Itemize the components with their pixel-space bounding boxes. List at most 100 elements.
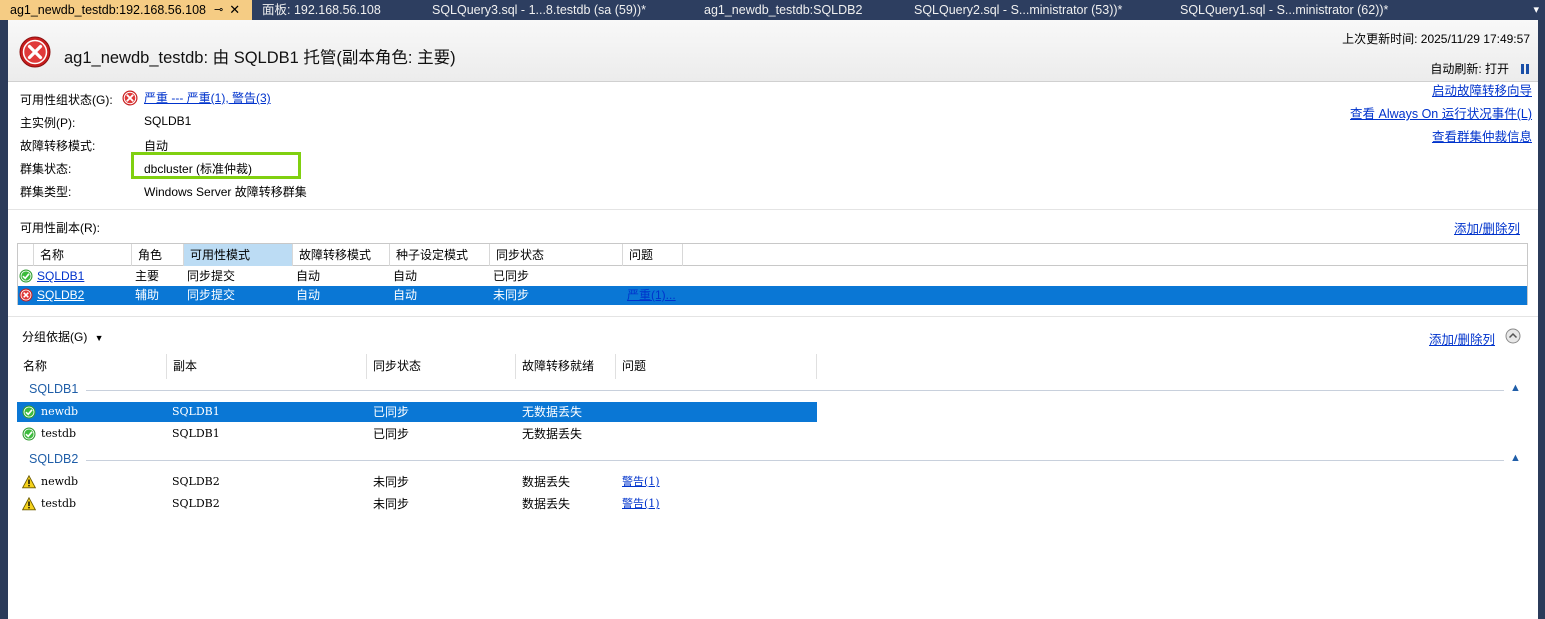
replica-failover-mode: 自动: [296, 288, 321, 302]
group-by-label: 分组依据(G): [22, 330, 88, 344]
database-row[interactable]: testdb SQLDB2 未同步 数据丢失 警告(1): [17, 494, 817, 514]
tab-ag-sqldb2[interactable]: ag1_newdb_testdb:SQLDB2: [694, 0, 904, 20]
ag-state-value: 严重 --- 严重(1), 警告(3): [122, 89, 271, 106]
alwayson-events-link[interactable]: 查看 Always On 运行状况事件(L): [1350, 107, 1532, 121]
document-tab-strip: ag1_newdb_testdb:192.168.56.108 ⊸ ✕ 面板: …: [0, 0, 1545, 20]
replica-row[interactable]: SQLDB1 主要 同步提交 自动 自动 已同步: [18, 267, 1527, 286]
tab-label: ag1_newdb_testdb:SQLDB2: [704, 3, 863, 17]
replica-sync-state: 已同步: [493, 269, 530, 283]
databases-grid-header: 名称 副本 同步状态 故障转移就绪 问题: [17, 354, 817, 379]
ag-dashboard-panel: ag1_newdb_testdb: 由 SQLDB1 托管(副本角色: 主要) …: [8, 20, 1538, 619]
auto-refresh-label: 自动刷新: 打开: [1430, 62, 1509, 76]
tab-ag-dashboard[interactable]: ag1_newdb_testdb:192.168.56.108 ⊸ ✕: [0, 0, 252, 20]
dropdown-arrow-icon: ▼: [94, 333, 104, 343]
database-sync-state: 未同步: [373, 497, 410, 511]
column-header-sync-state[interactable]: 同步状态: [367, 354, 516, 379]
database-name: newdb: [41, 475, 79, 488]
tab-label: 面板: 192.168.56.108: [262, 3, 381, 17]
tab-label: SQLQuery1.sql - S...ministrator (62))*: [1180, 3, 1389, 17]
tab-label: SQLQuery3.sql - 1...8.testdb (sa (59))*: [432, 3, 646, 17]
pause-icon[interactable]: [1521, 63, 1530, 74]
replica-failover-mode: 自动: [296, 269, 321, 283]
status-column-header: [18, 244, 34, 266]
pin-icon[interactable]: ⊸: [214, 0, 223, 20]
column-header-name[interactable]: 名称: [17, 354, 167, 379]
replica-name-link[interactable]: SQLDB1: [37, 267, 84, 286]
replicas-grid-header: 名称 角色 可用性模式 故障转移模式 种子设定模式 同步状态 问题: [18, 244, 1527, 266]
database-row[interactable]: testdb SQLDB1 已同步 无数据丢失: [17, 424, 817, 444]
database-failover-readiness: 数据丢失: [522, 475, 571, 489]
replica-availability-mode: 同步提交: [187, 288, 236, 302]
column-header-role[interactable]: 角色: [132, 244, 184, 266]
failover-mode-label: 故障转移模式:: [20, 139, 96, 153]
dashboard-header: ag1_newdb_testdb: 由 SQLDB1 托管(副本角色: 主要) …: [8, 20, 1538, 82]
database-replica: SQLDB2: [172, 475, 220, 488]
database-replica: SQLDB1: [172, 405, 220, 418]
database-name: testdb: [41, 497, 77, 510]
database-failover-readiness: 无数据丢失: [522, 427, 583, 441]
group-divider: [86, 460, 1504, 461]
quorum-info-link[interactable]: 查看群集仲裁信息: [1432, 130, 1532, 144]
last-updated-text: 上次更新时间: 2025/11/29 17:49:57: [1342, 32, 1530, 46]
column-header-issues[interactable]: 问题: [623, 244, 683, 266]
warning-icon: [22, 497, 36, 511]
column-header-sync-state[interactable]: 同步状态: [490, 244, 623, 266]
database-issues-link[interactable]: 警告(1): [622, 494, 660, 514]
replica-availability-mode: 同步提交: [187, 269, 236, 283]
replicas-section-label: 可用性副本(R):: [20, 221, 100, 235]
group-header-sqldb2: SQLDB2: [29, 452, 79, 466]
cluster-type-label: 群集类型:: [20, 185, 72, 199]
tab-dashboard[interactable]: 面板: 192.168.56.108: [252, 0, 422, 20]
collapse-chevron-icon[interactable]: ▲: [1510, 452, 1521, 464]
database-row-selected[interactable]: newdb SQLDB1 已同步 无数据丢失: [17, 402, 817, 422]
close-icon[interactable]: ✕: [229, 0, 240, 20]
ag-state-link[interactable]: 严重 --- 严重(1), 警告(3): [144, 89, 271, 106]
tab-label: ag1_newdb_testdb:192.168.56.108: [10, 3, 207, 17]
group-header-sqldb1: SQLDB1: [29, 382, 79, 396]
group-by-dropdown[interactable]: 分组依据(G) ▼: [22, 328, 104, 345]
tab-overflow-dropdown-icon[interactable]: ▾: [1533, 0, 1539, 20]
divider: [8, 209, 1538, 210]
replica-row-selected[interactable]: SQLDB2 辅助 同步提交 自动 自动 未同步 严重(1)...: [18, 286, 1527, 305]
column-header-issues[interactable]: 问题: [616, 354, 817, 379]
database-failover-readiness: 无数据丢失: [522, 405, 583, 419]
database-sync-state: 已同步: [373, 427, 410, 441]
column-header-seeding-mode[interactable]: 种子设定模式: [390, 244, 490, 266]
collapse-chevron-icon[interactable]: ▲: [1510, 382, 1521, 394]
group-divider: [86, 390, 1504, 391]
database-failover-readiness: 数据丢失: [522, 497, 571, 511]
column-header-name[interactable]: 名称: [34, 244, 132, 266]
tab-sqlquery3[interactable]: SQLQuery3.sql - 1...8.testdb (sa (59))*: [422, 0, 694, 20]
cluster-state-label: 群集状态:: [20, 162, 72, 176]
column-header-availability-mode[interactable]: 可用性模式: [184, 244, 293, 266]
critical-error-icon: [122, 90, 138, 105]
column-header-replica[interactable]: 副本: [167, 354, 367, 379]
failover-wizard-link[interactable]: 启动故障转移向导: [1432, 84, 1532, 98]
databases-add-remove-columns-link[interactable]: 添加/删除列: [1429, 329, 1495, 348]
database-name: testdb: [41, 427, 77, 440]
tab-sqlquery2[interactable]: SQLQuery2.sql - S...ministrator (53))*: [904, 0, 1170, 20]
warning-icon: [22, 475, 36, 489]
database-issues-link[interactable]: 警告(1): [622, 472, 660, 492]
database-replica: SQLDB2: [172, 497, 220, 510]
database-sync-state: 未同步: [373, 475, 410, 489]
primary-instance-label: 主实例(P):: [20, 116, 76, 130]
primary-instance-value: SQLDB1: [144, 114, 192, 128]
column-header-failover-mode[interactable]: 故障转移模式: [293, 244, 390, 266]
column-header-failover-readiness[interactable]: 故障转移就绪: [516, 354, 616, 379]
divider: [8, 316, 1538, 317]
healthy-check-icon: [19, 269, 33, 283]
collapse-section-icon[interactable]: [1505, 328, 1521, 344]
healthy-check-icon: [22, 427, 36, 441]
auto-refresh-status: 自动刷新: 打开: [1430, 60, 1530, 77]
replica-issues-link[interactable]: 严重(1)...: [627, 286, 676, 305]
replicas-grid: 名称 角色 可用性模式 故障转移模式 种子设定模式 同步状态 问题 SQLDB1…: [17, 243, 1528, 305]
database-sync-state: 已同步: [373, 405, 410, 419]
replica-name-link[interactable]: SQLDB2: [37, 286, 84, 305]
tab-sqlquery1[interactable]: SQLQuery1.sql - S...ministrator (62))*: [1170, 0, 1420, 20]
critical-error-icon: [19, 36, 51, 68]
database-row[interactable]: newdb SQLDB2 未同步 数据丢失 警告(1): [17, 472, 817, 492]
replica-sync-state: 未同步: [493, 288, 530, 302]
replicas-add-remove-columns-link[interactable]: 添加/删除列: [1454, 218, 1520, 237]
database-replica: SQLDB1: [172, 427, 220, 440]
